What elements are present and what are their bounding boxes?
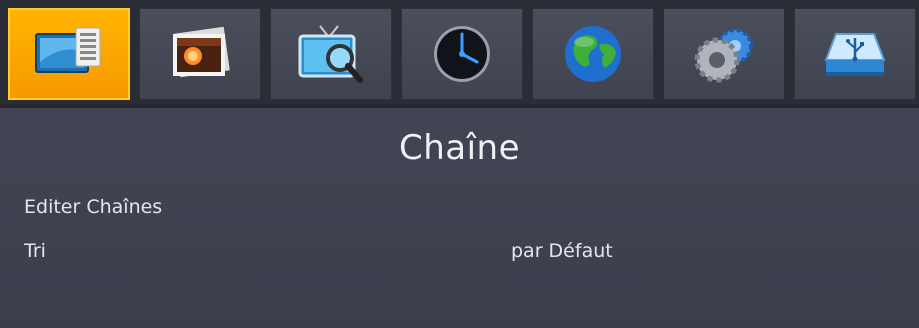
- tab-region[interactable]: [532, 8, 654, 100]
- tab-media[interactable]: [139, 8, 261, 100]
- clock-icon: [434, 26, 490, 82]
- tab-channel[interactable]: [8, 8, 130, 100]
- menu-item-edit-channels[interactable]: Editer Chaînes: [24, 196, 162, 218]
- menu-item-label: Editer Chaînes: [24, 196, 163, 218]
- usb-drive-icon: [824, 33, 886, 76]
- tab-search[interactable]: [270, 8, 392, 100]
- tab-usb[interactable]: [794, 8, 916, 100]
- top-menu-bar: [0, 0, 919, 108]
- channel-list-icon: [35, 27, 101, 73]
- main-screen: Chaîne Editer Chaînes Tri par Défaut: [0, 0, 919, 328]
- tab-settings[interactable]: [663, 8, 785, 100]
- photo-icon: [173, 26, 230, 78]
- sort-value[interactable]: par Défaut: [511, 240, 613, 262]
- page-title: Chaîne: [398, 128, 521, 168]
- gears-icon: [694, 28, 753, 83]
- tv-search-icon: [298, 25, 363, 83]
- menu-item-label: Tri: [24, 240, 46, 262]
- tab-time[interactable]: [401, 8, 523, 100]
- menu-item-sort[interactable]: Tri: [24, 240, 46, 262]
- globe-icon: [565, 26, 621, 82]
